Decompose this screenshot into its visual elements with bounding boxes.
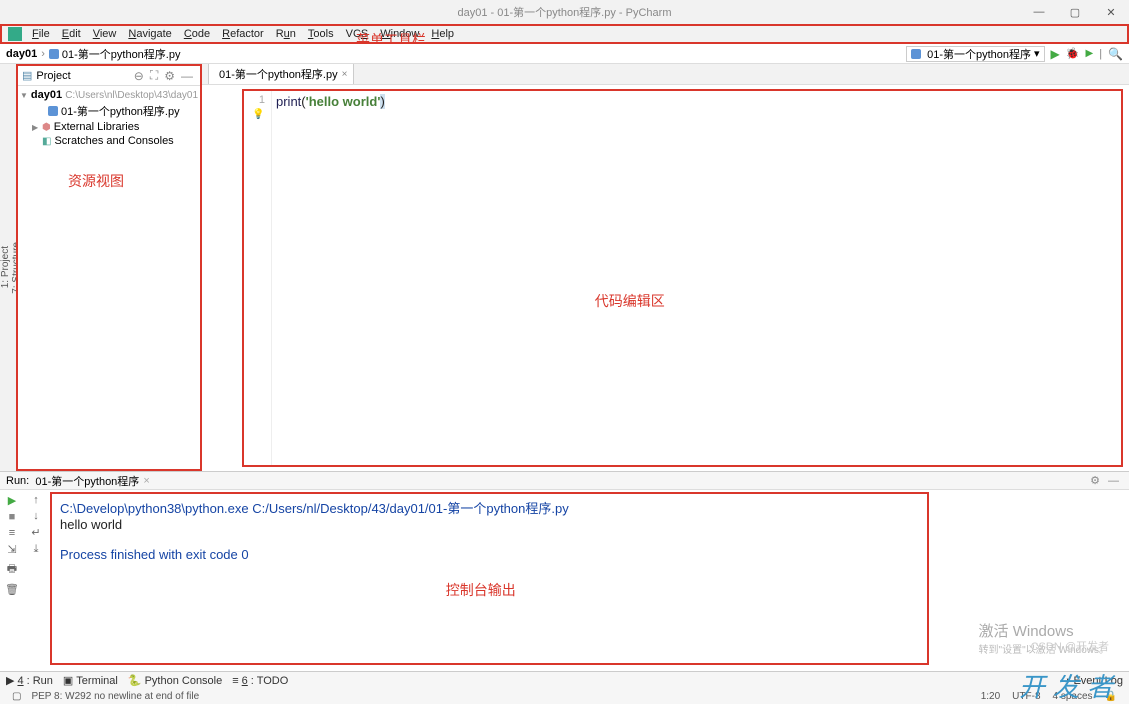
csdn-watermark: CSDN @开发者 — [1031, 638, 1109, 654]
developer-watermark: 开发者 — [1019, 667, 1121, 704]
run-toolbar: ▶ ■ ≡ ⇲ 🖶 🗑 ↑ ↓ ↵ ⤓ — [0, 490, 50, 671]
bottom-tab-pyconsole[interactable]: 🐍 Python Console — [128, 674, 222, 687]
menu-bar: FFileile Edit View Navigate Code Refacto… — [0, 24, 1129, 44]
menu-refactor[interactable]: Refactor — [216, 27, 270, 41]
tool-project-tab[interactable]: 1: Project — [0, 240, 11, 294]
run-config-selector[interactable]: 01-第一个python程序 ▾ — [906, 46, 1044, 62]
bottom-tab-terminal[interactable]: ▣ Terminal — [63, 674, 118, 687]
gear-icon[interactable]: ⚙ — [164, 69, 175, 83]
console-output[interactable]: C:\Develop\python38\python.exe C:/Users/… — [50, 492, 929, 665]
down-button[interactable]: ↓ — [33, 510, 39, 522]
window-titlebar: day01 - 01-第一个python程序.py - PyCharm — ▢ … — [0, 0, 1129, 24]
editor-tab[interactable]: 01-第一个python程序.py × — [208, 63, 354, 84]
gear-icon[interactable]: ⚙ — [1090, 474, 1100, 487]
status-caret-position[interactable]: 1:20 — [981, 691, 1000, 702]
annotation-console: 控制台输出 — [446, 580, 516, 600]
delete-button[interactable]: 🗑 — [5, 583, 19, 596]
maximize-button[interactable]: ▢ — [1057, 0, 1093, 24]
bottom-tab-todo[interactable]: ≡ 6: TODO — [232, 675, 288, 687]
breadcrumb-file[interactable]: 01-第一个python程序.py — [62, 46, 181, 62]
console-line-exit: Process finished with exit code 0 — [60, 547, 919, 562]
project-tree[interactable]: ▼ day01 C:\Users\nl\Desktop\43\day01 01-… — [18, 86, 200, 469]
python-file-icon — [49, 49, 59, 59]
separator: | — [1099, 48, 1102, 60]
menu-file[interactable]: FFileile — [26, 27, 56, 41]
close-tab-icon[interactable]: × — [342, 69, 348, 80]
navigation-bar: day01 › 01-第一个python程序.py 01-第一个python程序… — [0, 44, 1129, 64]
menu-tools[interactable]: Tools — [302, 27, 340, 41]
code-editor[interactable]: 1 💡 print('hello world') 代码编辑区 — [242, 89, 1123, 467]
status-bar: ▢ PEP 8: W292 no newline at end of file … — [0, 689, 1129, 704]
print-button[interactable]: 🖶 — [7, 560, 17, 579]
tree-file[interactable]: 01-第一个python程序.py — [61, 103, 180, 119]
intention-bulb-icon[interactable]: 💡 — [252, 109, 264, 120]
search-everywhere-icon[interactable]: 🔍 — [1108, 47, 1123, 61]
annotation-tree: 资源视图 — [68, 171, 124, 191]
chevron-right-icon: › — [41, 48, 45, 60]
run-header-label: Run: — [6, 475, 29, 487]
status-icon: ▢ — [12, 691, 21, 702]
menu-code[interactable]: Code — [178, 27, 216, 41]
line-gutter: 1 💡 — [244, 91, 272, 465]
bottom-tab-run[interactable]: ▶ 4: Run — [6, 674, 53, 687]
hide-button[interactable]: — — [181, 69, 193, 83]
console-line-stdout: hello world — [60, 517, 919, 532]
scroll-end-button[interactable]: ⤓ — [34, 543, 39, 556]
soft-wrap-button[interactable]: ↵ — [31, 526, 40, 539]
breadcrumb-root[interactable]: day01 — [6, 48, 37, 60]
menu-run[interactable]: Run — [270, 27, 302, 41]
tree-scratches[interactable]: Scratches and Consoles — [54, 135, 173, 147]
tree-root-path: C:\Users\nl\Desktop\43\day01 — [65, 90, 198, 101]
rerun-button[interactable]: ▶ — [8, 494, 16, 507]
console-line-cmd: C:\Develop\python38\python.exe C:/Users/… — [60, 498, 919, 517]
python-file-icon — [911, 49, 921, 59]
collapse-all-icon[interactable]: ⊖ — [134, 69, 144, 83]
library-icon: ⬢ — [42, 122, 51, 133]
run-tool-window: Run: 01-第一个python程序 × ⚙ — ▶ ■ ≡ ⇲ 🖶 🗑 ↑ … — [0, 471, 1129, 671]
code-area[interactable]: print('hello world') — [272, 91, 1121, 465]
bottom-tool-stripe: ▶ 4: Run ▣ Terminal 🐍 Python Console ≡ 6… — [0, 671, 1129, 689]
window-title: day01 - 01-第一个python程序.py - PyCharm — [458, 4, 672, 20]
run-coverage-button[interactable]: ▶ — [1085, 48, 1093, 59]
close-button[interactable]: ✕ — [1093, 0, 1129, 24]
status-lint-message: PEP 8: W292 no newline at end of file — [31, 691, 199, 702]
scratches-icon: ◧ — [42, 136, 51, 147]
minimize-button[interactable]: — — [1021, 0, 1057, 24]
expand-icon[interactable]: ⛶ — [150, 68, 158, 83]
menu-edit[interactable]: Edit — [56, 27, 87, 41]
editor-tabs: 01-第一个python程序.py × — [202, 64, 1129, 85]
chevron-down-icon[interactable]: ▼ — [20, 91, 28, 100]
chevron-down-icon: ▾ — [1034, 47, 1040, 60]
project-header: Project — [36, 70, 70, 82]
chevron-right-icon[interactable]: ▶ — [32, 123, 42, 132]
up-button[interactable]: ↑ — [33, 494, 39, 506]
menu-view[interactable]: View — [87, 27, 123, 41]
tree-external-libraries[interactable]: External Libraries — [54, 121, 140, 133]
stop-button[interactable]: ■ — [9, 511, 16, 523]
menu-help[interactable]: Help — [425, 27, 460, 41]
run-button[interactable]: ▶ — [1051, 47, 1060, 61]
project-icon: ▤ — [22, 69, 32, 82]
pycharm-logo-icon — [8, 27, 22, 41]
hide-button[interactable]: — — [1108, 475, 1119, 487]
project-tool-window: ▤ Project ⊖ ⛶ ⚙ — ▼ day01 C:\Users\nl\De… — [16, 64, 202, 471]
tree-root[interactable]: day01 — [31, 89, 62, 101]
menu-navigate[interactable]: Navigate — [122, 27, 177, 41]
annotation-editor: 代码编辑区 — [595, 291, 665, 311]
debug-button[interactable]: 🐞 — [1066, 47, 1080, 60]
layout-button[interactable]: ≡ — [9, 527, 15, 539]
pin-button[interactable]: ⇲ — [7, 543, 16, 556]
run-tab[interactable]: 01-第一个python程序 — [35, 473, 139, 489]
close-tab-icon[interactable]: × — [143, 475, 149, 487]
python-file-icon — [48, 106, 58, 116]
